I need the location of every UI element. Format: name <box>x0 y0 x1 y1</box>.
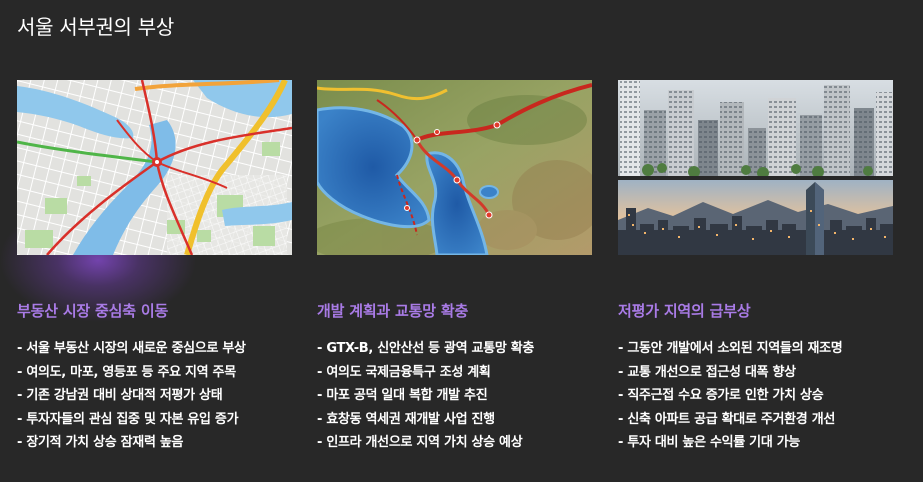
column-heading-market-shift: 부동산 시장 중심축 이동 <box>17 302 169 320</box>
column-heading-development-transport: 개발 계획과 교통망 확충 <box>317 302 469 320</box>
terrain-route-map-image <box>317 80 592 255</box>
slide: 서울 서부권의 부상 부동산 시장 중심축 이동 - 서울 부동산 시장의 새로… <box>0 0 923 482</box>
list-item: - 여의도 국제금융특구 조성 계획 <box>317 364 491 380</box>
bullet-list-market-shift: - 서울 부동산 시장의 새로운 중심으로 부상 - 여의도, 마포, 영등포 … <box>17 337 307 455</box>
list-item: - 마포 공덕 일대 복합 개발 추진 <box>317 388 488 403</box>
city-skyline-photo <box>618 180 893 255</box>
list-item: - 기존 강남권 대비 상대적 저평가 상태 <box>17 388 223 403</box>
list-item: - 여의도, 마포, 영등포 등 주요 지역 주목 <box>17 364 236 380</box>
bullet-list-undervalued-areas: - 그동안 개발에서 소외된 지역들의 재조명 - 교통 개선으로 접근성 대폭… <box>618 337 908 455</box>
list-item: - 투자 대비 높은 수익률 기대 가능 <box>618 435 801 450</box>
page-title: 서울 서부권의 부상 <box>17 15 174 39</box>
city-photo-stack <box>618 80 893 255</box>
column-heading-undervalued-areas: 저평가 지역의 급부상 <box>618 302 751 320</box>
list-item: - 인프라 개선으로 지역 가치 상승 예상 <box>317 435 523 450</box>
list-item: - 투자자들의 관심 집중 및 자본 유입 증가 <box>17 411 239 427</box>
list-item: - 교통 개선으로 접근성 대폭 향상 <box>618 364 796 380</box>
list-item: - 효창동 역세권 재개발 사업 진행 <box>317 411 495 427</box>
list-item: - 직주근접 수요 증가로 인한 가치 상승 <box>618 388 824 403</box>
list-item: - 서울 부동산 시장의 새로운 중심으로 부상 <box>17 341 246 356</box>
city-aerial-photo <box>618 80 893 176</box>
bullet-list-development-transport: - GTX-B, 신안산선 등 광역 교통망 확충 - 여의도 국제금융특구 조… <box>317 337 607 455</box>
list-item: - GTX-B, 신안산선 등 광역 교통망 확충 <box>317 341 535 356</box>
list-item: - 장기적 가치 상승 잠재력 높음 <box>17 435 184 450</box>
list-item: - 신축 아파트 공급 확대로 주거환경 개선 <box>618 411 836 427</box>
list-item: - 그동안 개발에서 소외된 지역들의 재조명 <box>618 341 843 356</box>
seoul-map-image <box>17 80 292 255</box>
